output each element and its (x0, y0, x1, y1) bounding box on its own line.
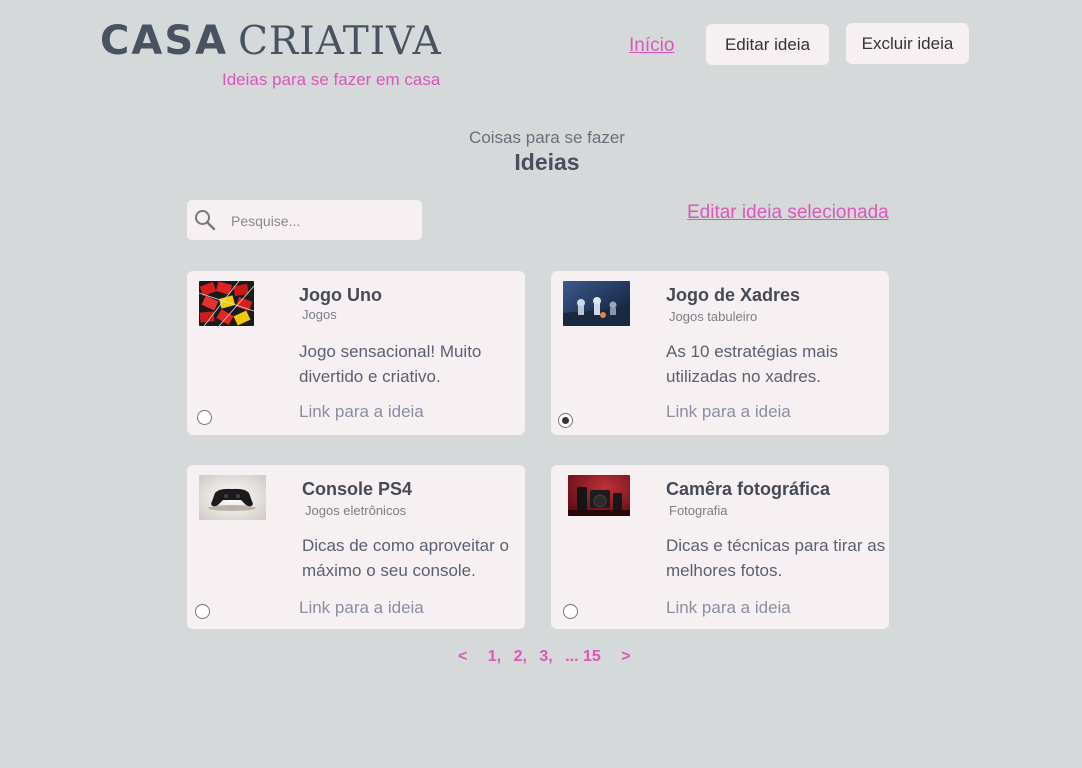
pagination-prev[interactable]: < (458, 648, 467, 665)
section-kicker: Coisas para se fazer (469, 128, 625, 147)
nav-home-link[interactable]: Início (629, 35, 674, 57)
card-select-radio[interactable] (195, 604, 210, 619)
idea-card: Console PS4 Jogos eletrônicos Dicas de c… (187, 465, 525, 629)
card-select-radio[interactable] (197, 410, 212, 425)
card-title: Camêra fotográfica (666, 479, 831, 499)
card-select-radio[interactable] (563, 604, 578, 619)
card-title: Console PS4 (302, 479, 413, 499)
pagination-page-last[interactable]: ... 15 (565, 648, 601, 665)
card-description: Dicas de como aproveitar o máximo o seu … (302, 536, 509, 580)
uno-card-image (199, 281, 254, 326)
card-category: Jogos (302, 307, 337, 322)
camera-image (568, 475, 630, 516)
card-category: Jogos eletrônicos (305, 503, 407, 518)
card-link[interactable]: Link para a ideia (299, 598, 424, 618)
card-link[interactable]: Link para a ideia (666, 402, 791, 422)
edit-idea-button[interactable]: Editar ideia (706, 24, 829, 65)
card-title: Jogo de Xadres (666, 285, 801, 305)
card-category: Fotografia (669, 503, 728, 518)
search-box (187, 200, 422, 240)
card-description: Dicas e técnicas para tirar as melhores … (666, 536, 886, 580)
card-title: Jogo Uno (299, 285, 382, 305)
card-link[interactable]: Link para a ideia (666, 598, 791, 618)
page-title: Ideias (514, 149, 580, 175)
logo-criativa: CRIATIVA (238, 19, 442, 64)
card-link[interactable]: Link para a ideia (299, 402, 424, 422)
logo-casa: CASA (100, 18, 229, 64)
card-description: As 10 estratégias mais utilizadas no xad… (666, 342, 838, 386)
ps4-controller-image (199, 475, 266, 520)
card-category: Jogos tabuleiro (669, 309, 758, 324)
idea-card: Camêra fotográfica Fotografia Dicas e té… (551, 465, 889, 629)
pagination: < 1, 2, 3, ... 15 > (458, 648, 631, 666)
pagination-next[interactable]: > (621, 648, 630, 665)
pagination-page-3[interactable]: 3, (539, 648, 552, 665)
chess-image (563, 281, 630, 326)
delete-idea-button[interactable]: Excluir ideia (846, 23, 969, 64)
edit-selected-link[interactable]: Editar ideia selecionada (687, 202, 889, 224)
search-icon[interactable] (194, 209, 216, 231)
pagination-page-2[interactable]: 2, (514, 648, 527, 665)
search-input[interactable] (229, 208, 413, 234)
idea-card: Jogo de Xadres Jogos tabuleiro As 10 est… (551, 271, 889, 435)
site-logo[interactable]: CASA CRIATIVA Ideias para se fazer em ca… (100, 18, 442, 89)
pagination-page-1[interactable]: 1, (488, 648, 501, 665)
card-description: Jogo sensacional! Muito divertido e cria… (299, 342, 482, 386)
idea-card: Jogo Uno Jogos Jogo sensacional! Muito d… (187, 271, 525, 435)
card-select-radio[interactable] (558, 413, 573, 428)
logo-subtitle: Ideias para se fazer em casa (222, 70, 441, 89)
